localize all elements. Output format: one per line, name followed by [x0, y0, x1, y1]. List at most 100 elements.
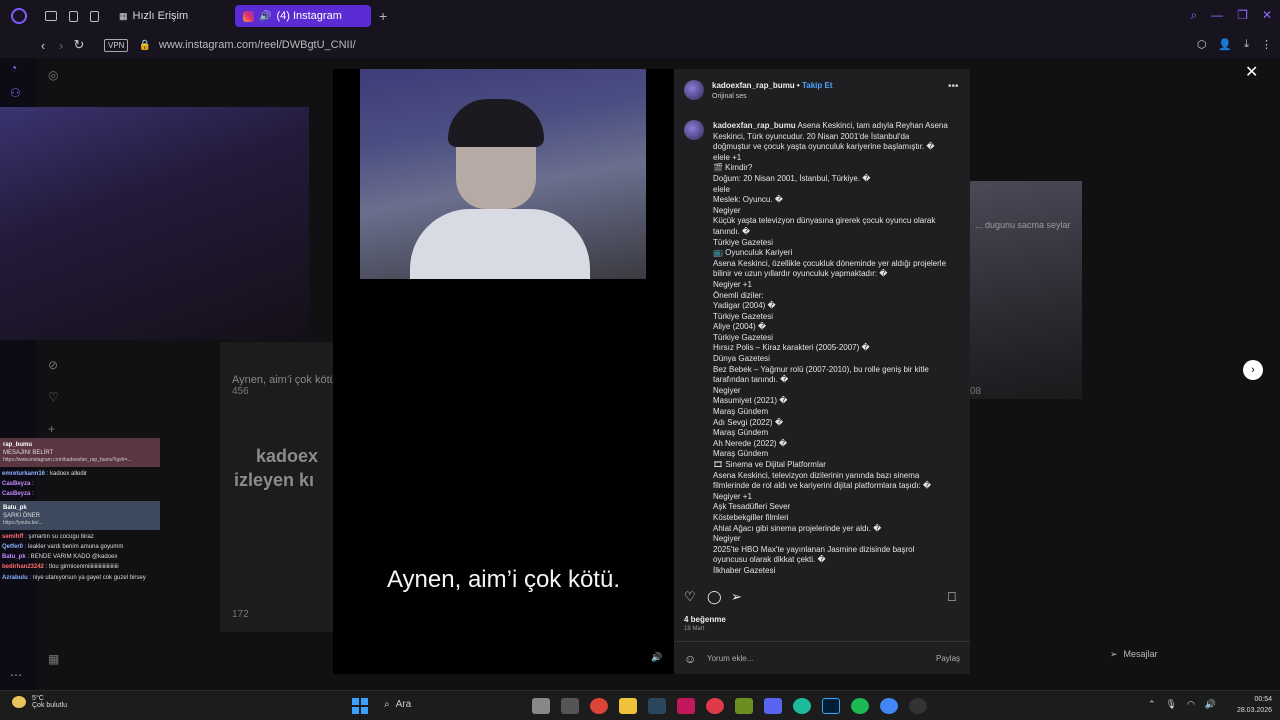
minimize-button[interactable]: — — [1211, 8, 1223, 23]
description-line: 🎬 Kimdir? — [713, 163, 753, 173]
url-field[interactable]: www.instagram.com/reel/DWBgtU_CNII/ — [159, 39, 356, 51]
volume-icon[interactable]: 🔊 — [1205, 699, 1216, 710]
new-tab-button[interactable]: + — [379, 8, 387, 24]
taskbar-search[interactable]: ⌕ Ara — [384, 699, 411, 710]
like-count[interactable]: 4 beğenme — [684, 615, 726, 624]
description-line: Doğum: 20 Nisan 2001, İstanbul, Türkiye.… — [713, 173, 871, 183]
close-window-button[interactable]: ✕ — [1262, 8, 1272, 23]
reel-video[interactable]: Aynen, aim’i çok kötü. 🔊 — [333, 69, 674, 674]
profile-icon[interactable]: 👤 — [1218, 38, 1232, 51]
opera-icon[interactable] — [706, 698, 724, 714]
clock[interactable]: 00:54 28.03.2026 — [1222, 694, 1272, 716]
photoshop-icon[interactable] — [822, 698, 840, 714]
file-icon[interactable] — [532, 698, 550, 714]
chrome-icon[interactable] — [590, 698, 608, 714]
chevron-up-icon[interactable]: ⌃ — [1148, 699, 1156, 710]
aria-icon[interactable]: ◔ — [10, 61, 26, 75]
browser-window: { "browser": { "tabs": [ {"label": "Hızl… — [0, 0, 1280, 720]
cloudy-sun-icon — [12, 696, 26, 708]
app-icon[interactable] — [561, 698, 579, 714]
background-views: 08 — [970, 386, 982, 397]
toolbar-icons: ⬡ 👤 ⤓ ⋮ — [1197, 38, 1272, 51]
address-bar: ‹ › ↻ VPN 🔒 www.instagram.com/reel/DWBgt… — [0, 32, 1280, 58]
app-icon[interactable] — [735, 698, 753, 714]
explore-icon[interactable]: ⊘ — [48, 358, 58, 372]
microphone-icon[interactable]: 🎙 — [1166, 699, 1177, 710]
description-line: Negiyer — [713, 205, 741, 215]
description-line: Yadigar (2004) � — [713, 301, 776, 311]
description-line: Küçük yaşta televizyon dünyasına girerek… — [713, 216, 936, 226]
opera-logo-icon[interactable] — [11, 8, 27, 24]
emoji-icon[interactable]: ☺ — [684, 652, 696, 666]
description-line: Maraş Gündem — [713, 428, 769, 438]
description-line: Aşk Tesadüfleri Sever — [713, 502, 791, 512]
system-tray: ⌃ 🎙 ◠ 🔊 — [1148, 699, 1216, 710]
start-button[interactable] — [352, 698, 368, 714]
menu-icon[interactable]: ⋮ — [1261, 38, 1272, 51]
close-icon[interactable]: ✕ — [1245, 62, 1258, 82]
avatar[interactable] — [684, 80, 704, 100]
chrome-icon[interactable] — [880, 698, 898, 714]
next-button[interactable]: › — [1243, 360, 1263, 380]
steam-icon[interactable] — [648, 698, 666, 714]
background-card-text: kadoex — [256, 446, 319, 466]
bookmark-icon[interactable]: ⎕ — [948, 589, 956, 605]
maximize-button[interactable]: ❐ — [1237, 8, 1248, 23]
post-comment-button[interactable]: Paylaş — [936, 654, 960, 663]
tab-quick-access[interactable]: ▦ Hızlı Erişim — [111, 5, 231, 27]
obs-icon[interactable] — [909, 698, 927, 714]
tab-icon[interactable] — [90, 10, 99, 22]
volume-icon[interactable]: 🔊 — [651, 652, 662, 663]
like-icon[interactable]: ♡ — [684, 589, 696, 605]
lock-icon[interactable]: 🔒 — [138, 40, 150, 51]
username[interactable]: kadoexfan_rap_bumu — [712, 81, 795, 90]
add-icon[interactable]: + — [48, 422, 55, 436]
app-icon[interactable] — [793, 698, 811, 714]
description-line: Meslek: Oyuncu. � — [713, 195, 784, 205]
more-icon[interactable]: ⋯ — [10, 668, 26, 682]
tab-icon[interactable] — [69, 10, 78, 22]
chat-message: Qetfer0 : leakler vardı benim amuna goyu… — [2, 544, 124, 551]
post-header: kadoexfan_rap_bumu • Takip Et — [712, 81, 833, 90]
description-line: elele — [713, 184, 730, 194]
app-icon[interactable] — [677, 698, 695, 714]
username[interactable]: kadoexfan_rap_bumu — [713, 121, 796, 130]
wifi-icon[interactable]: ◠ — [1187, 699, 1195, 710]
background-video-right — [970, 181, 1082, 399]
reload-button[interactable]: ↻ — [70, 37, 88, 53]
vpn-badge[interactable]: VPN — [104, 38, 129, 52]
folder-icon[interactable] — [619, 698, 637, 714]
description-line: Dünya Gazetesi — [713, 354, 770, 364]
weather-widget[interactable]: 5°C Çok bulutlu — [12, 695, 67, 709]
tab-instagram[interactable]: 🔊 (4) Instagram — [235, 5, 371, 27]
download-icon[interactable]: ⤓ — [1244, 38, 1249, 51]
instagram-icon[interactable]: ◎ — [48, 68, 58, 82]
avatar[interactable] — [684, 120, 704, 140]
comment-input[interactable]: Yorum ekle... — [707, 654, 753, 663]
ai-icon[interactable]: ⚇ — [10, 86, 26, 100]
search-icon[interactable]: ⌕ — [1190, 8, 1197, 23]
forward-button[interactable]: › — [52, 38, 70, 53]
messages-button[interactable]: ➢ Mesajlar — [1110, 643, 1230, 665]
grid-icon[interactable]: ▦ — [48, 652, 59, 666]
more-options-icon[interactable]: ••• — [948, 81, 959, 92]
discord-icon[interactable] — [764, 698, 782, 714]
speaker-icon[interactable]: 🔊 — [259, 11, 271, 22]
audio-label[interactable]: Orijinal ses — [712, 93, 747, 100]
description-line: Adı Sevgi (2022) � — [713, 417, 784, 427]
share-icon[interactable]: ➢ — [731, 589, 742, 605]
description-line: Asena Keskinci, televizyon dizilerinin y… — [713, 470, 920, 480]
chat-message: emreturkann16 : kadoex alledir — [2, 470, 88, 477]
description-line: Negiyer — [713, 385, 741, 395]
description-line: Maraş Gündem — [713, 407, 769, 417]
gamepad-icon[interactable] — [45, 11, 57, 21]
post-description: kadoexfan_rap_bumu Asena Keskinci, tam a… — [713, 121, 955, 577]
heart-icon[interactable]: ♡ — [48, 390, 59, 404]
chat-message: CasBeyza : — [2, 481, 34, 488]
back-button[interactable]: ‹ — [34, 38, 52, 53]
extensions-icon[interactable]: ⬡ — [1197, 38, 1207, 51]
follow-button[interactable]: Takip Et — [802, 81, 833, 90]
spotify-icon[interactable] — [851, 698, 869, 714]
description-line: Hırsız Polis – Kiraz karakteri (2005-200… — [713, 343, 870, 353]
comment-icon[interactable]: ◯ — [707, 589, 722, 605]
